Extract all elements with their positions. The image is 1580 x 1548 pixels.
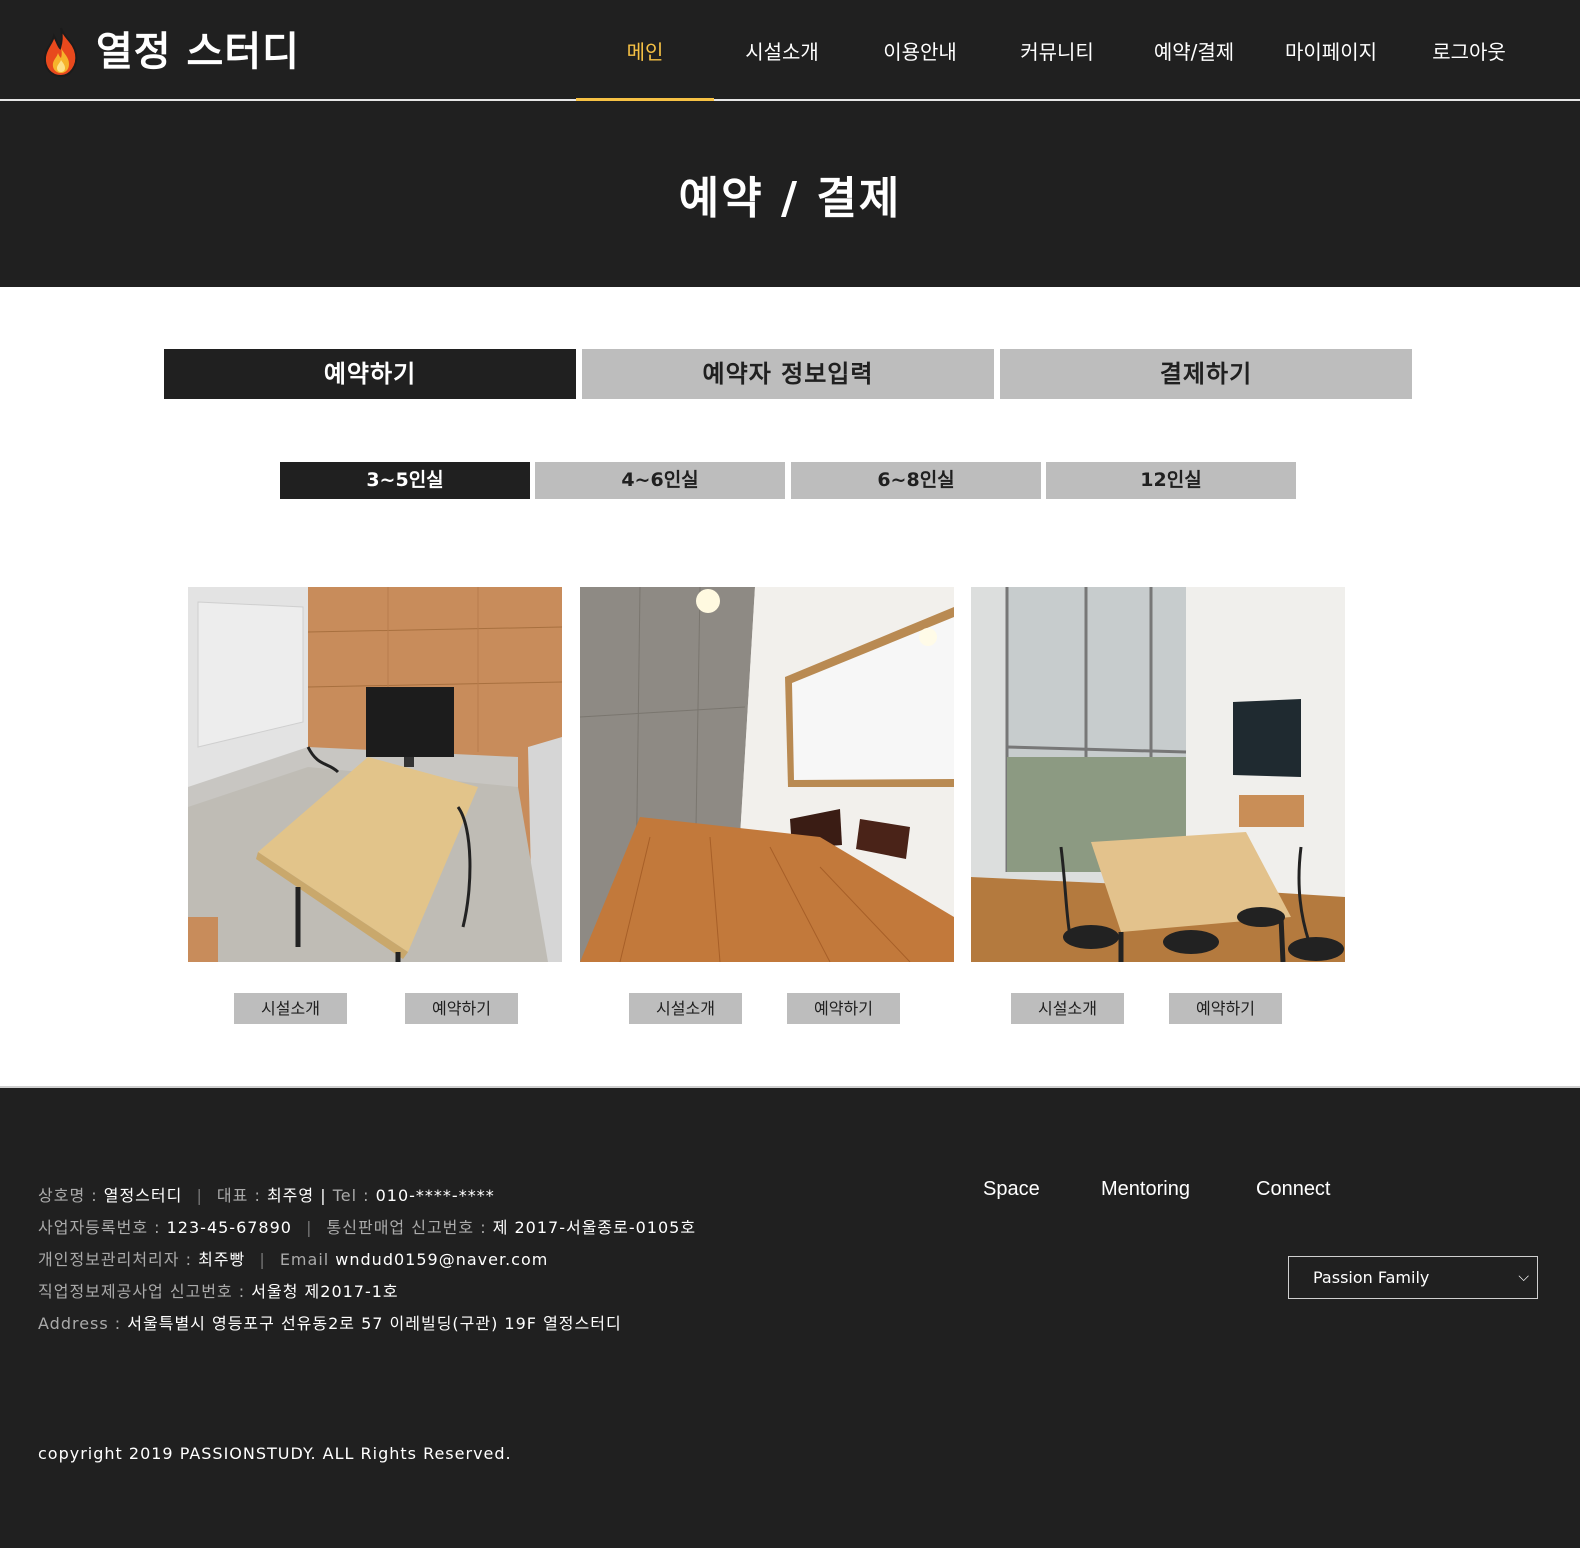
tab-6-8[interactable]: 6~8인실	[791, 462, 1041, 499]
page-title: 예약 / 결제	[678, 173, 902, 224]
room-photo-2	[580, 587, 954, 962]
footer-link-space[interactable]: Space	[983, 1178, 1040, 1201]
company-label: 상호명 :	[38, 1186, 98, 1205]
email-label: Email	[279, 1250, 330, 1269]
room2-intro-button[interactable]: 시설소개	[629, 993, 742, 1024]
nav-community[interactable]: 커뮤니티	[988, 0, 1126, 101]
ceo-value: 최주영	[266, 1186, 315, 1205]
mailorder-value: 제 2017-서울종로-0105호	[492, 1218, 697, 1237]
tab-3-5[interactable]: 3~5인실	[280, 462, 530, 499]
tab-12[interactable]: 12인실	[1046, 462, 1296, 499]
nav-mypage[interactable]: 마이페이지	[1262, 0, 1400, 101]
step-info[interactable]: 예약자 정보입력	[582, 349, 994, 399]
privacy-label: 개인정보관리처리자 :	[38, 1250, 192, 1269]
address-value: 서울특별시 영등포구 선유동2로 57 이레빌딩(구관) 19F 열정스터디	[127, 1314, 622, 1333]
room3-reserve-button[interactable]: 예약하기	[1169, 993, 1282, 1024]
family-site-select[interactable]: Passion Family ⌵	[1288, 1256, 1538, 1299]
company-value: 열정스터디	[103, 1186, 183, 1205]
nav-main[interactable]: 메인	[576, 0, 714, 101]
footer-company-line: 상호명 : 열정스터디 | 대표 : 최주영 | Tel : 010-****-…	[38, 1186, 495, 1205]
nav-facility[interactable]: 시설소개	[713, 0, 851, 101]
tel-value: 010-****-****	[375, 1186, 495, 1205]
ceo-label: 대표 :	[216, 1186, 261, 1205]
jobinfo-label: 직업정보제공사업 신고번호 :	[38, 1282, 246, 1301]
chevron-down-icon: ⌵	[1518, 1269, 1529, 1285]
copyright: copyright 2019 PASSIONSTUDY. ALL Rights …	[38, 1444, 512, 1463]
footer-link-connect[interactable]: Connect	[1256, 1178, 1331, 1201]
address-label: Address :	[38, 1314, 122, 1333]
nav-guide[interactable]: 이용안내	[851, 0, 989, 101]
room3-intro-button[interactable]: 시설소개	[1011, 993, 1124, 1024]
room-photo-1	[188, 587, 562, 962]
room2-reserve-button[interactable]: 예약하기	[787, 993, 900, 1024]
step-reserve[interactable]: 예약하기	[164, 349, 576, 399]
room1-intro-button[interactable]: 시설소개	[234, 993, 347, 1024]
bizno-label: 사업자등록번호 :	[38, 1218, 161, 1237]
privacy-value: 최주빵	[198, 1250, 246, 1269]
tab-4-6[interactable]: 4~6인실	[535, 462, 785, 499]
footer-jobinfo-line: 직업정보제공사업 신고번호 : 서울청 제2017-1호	[38, 1278, 399, 1302]
mailorder-label: 통신판매업 신고번호 :	[326, 1218, 487, 1237]
room-photo-3	[971, 587, 1345, 962]
tel-label: Tel :	[332, 1186, 370, 1205]
nav-reservation[interactable]: 예약/결제	[1125, 0, 1263, 101]
jobinfo-value: 서울청 제2017-1호	[251, 1282, 399, 1301]
footer-privacy-line: 개인정보관리처리자 : 최주빵 | Email wndud0159@naver.…	[38, 1250, 549, 1269]
step-payment[interactable]: 결제하기	[1000, 349, 1412, 399]
nav-logout[interactable]: 로그아웃	[1400, 0, 1538, 101]
room1-reserve-button[interactable]: 예약하기	[405, 993, 518, 1024]
main-nav: 메인 시설소개 이용안내 커뮤니티 예약/결제 마이페이지 로그아웃	[0, 0, 1580, 101]
site-header: 열정 스터디 메인 시설소개 이용안내 커뮤니티 예약/결제 마이페이지 로그아…	[0, 0, 1580, 101]
page-banner: 예약 / 결제	[0, 101, 1580, 287]
email-value: wndud0159@naver.com	[335, 1250, 549, 1269]
bizno-value: 123-45-67890	[166, 1218, 292, 1237]
family-site-value: Passion Family	[1313, 1268, 1430, 1287]
footer-link-mentoring[interactable]: Mentoring	[1101, 1178, 1190, 1201]
footer-address-line: Address : 서울특별시 영등포구 선유동2로 57 이레빌딩(구관) 1…	[38, 1310, 622, 1334]
footer-bizno-line: 사업자등록번호 : 123-45-67890 | 통신판매업 신고번호 : 제 …	[38, 1218, 697, 1237]
